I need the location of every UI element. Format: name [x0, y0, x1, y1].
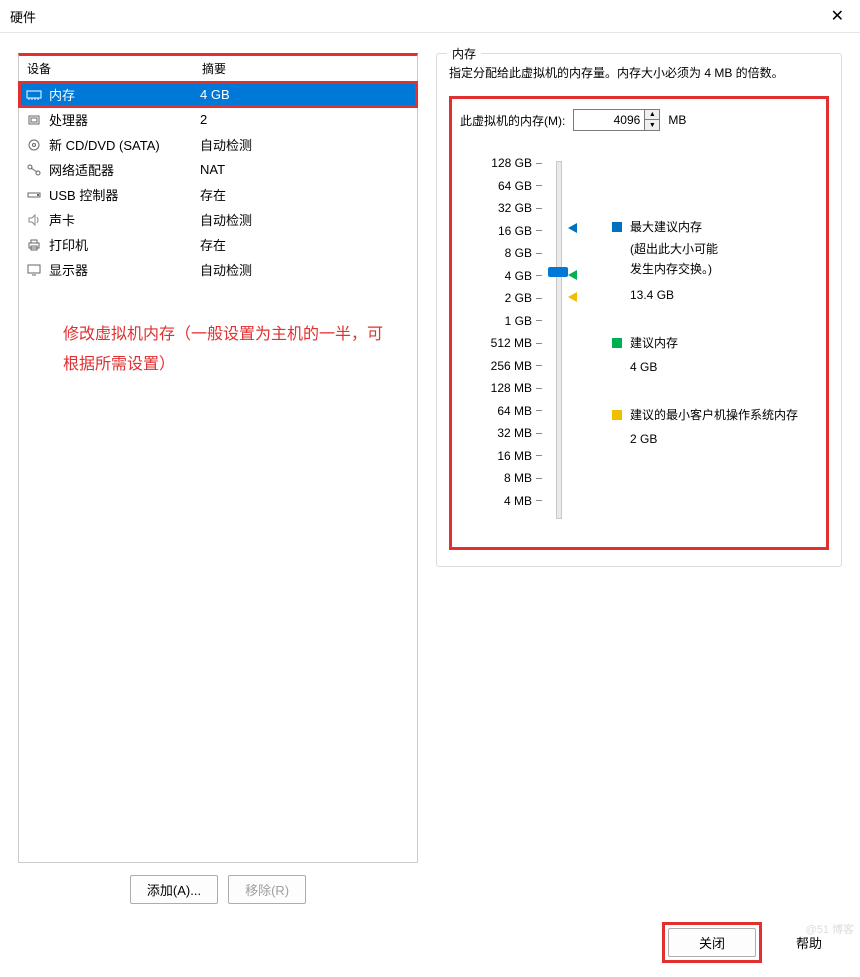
triangle-yellow-icon [568, 292, 577, 302]
disc-icon [25, 137, 43, 153]
legend-rec-value: 4 GB [630, 359, 657, 376]
close-button-highlight: 关闭 [662, 922, 762, 963]
memory-spinner[interactable]: ▲ ▼ [573, 109, 660, 131]
memory-icon [25, 87, 43, 103]
memory-settings-box: 此虚拟机的内存(M): ▲ ▼ MB 128 GB 64 GB 32 [449, 96, 829, 550]
memory-unit: MB [668, 113, 686, 127]
legend-max-note1: (超出此大小可能 [630, 241, 718, 258]
spinner-down-icon[interactable]: ▼ [645, 120, 659, 130]
legend-min-title: 建议的最小客户机操作系统内存 [630, 407, 798, 424]
square-yellow-icon [612, 410, 622, 420]
legend-rec-title: 建议内存 [630, 335, 678, 352]
square-blue-icon [612, 222, 622, 232]
device-row-usb[interactable]: USB 控制器 存在 [19, 182, 417, 207]
memory-input[interactable] [574, 110, 644, 130]
col-device: 设备 [27, 60, 202, 77]
add-button[interactable]: 添加(A)... [130, 875, 218, 904]
device-row-cddvd[interactable]: 新 CD/DVD (SATA) 自动检测 [19, 132, 417, 157]
network-icon [25, 162, 43, 178]
sound-icon [25, 212, 43, 228]
device-row-display[interactable]: 显示器 自动检测 [19, 257, 417, 282]
triangle-green-icon [568, 270, 577, 280]
legend-max-note2: 发生内存交换。) [630, 261, 712, 278]
usb-icon [25, 187, 43, 203]
device-row-cpu[interactable]: 处理器 2 [19, 107, 417, 132]
memory-scale: 128 GB 64 GB 32 GB 16 GB 8 GB 4 GB 2 GB … [460, 155, 818, 525]
device-row-memory[interactable]: 内存 4 GB [19, 82, 417, 107]
memory-group: 内存 指定分配给此虚拟机的内存量。内存大小必须为 4 MB 的倍数。 此虚拟机的… [436, 53, 842, 567]
close-icon[interactable]: ✕ [825, 6, 850, 26]
cpu-icon [25, 112, 43, 128]
group-title: 内存 [447, 45, 481, 62]
square-green-icon [612, 338, 622, 348]
triangle-blue-icon [568, 223, 577, 233]
dialog-title: 硬件 [10, 7, 36, 26]
display-icon [25, 262, 43, 278]
annotation-text: 修改虚拟机内存（一般设置为主机的一半，可根据所需设置） [19, 282, 417, 381]
legend-min-value: 2 GB [630, 431, 657, 448]
legend-max-title: 最大建议内存 [630, 219, 702, 236]
spinner-up-icon[interactable]: ▲ [645, 110, 659, 120]
table-header: 设备 摘要 [19, 56, 417, 82]
printer-icon [25, 237, 43, 253]
device-table: 设备 摘要 内存 4 GB 处理器 2 新 CD/DVD (SATA) 自动检测 [18, 53, 418, 863]
close-button[interactable]: 关闭 [668, 928, 756, 957]
col-summary: 摘要 [202, 60, 409, 77]
device-row-sound[interactable]: 声卡 自动检测 [19, 207, 417, 232]
memory-slider-track[interactable] [556, 161, 562, 519]
device-row-network[interactable]: 网络适配器 NAT [19, 157, 417, 182]
remove-button: 移除(R) [228, 875, 306, 904]
memory-label: 此虚拟机的内存(M): [460, 112, 565, 129]
watermark: @51 博客 [806, 921, 854, 937]
memory-slider-thumb[interactable] [548, 267, 568, 277]
legend-max-value: 13.4 GB [630, 287, 674, 304]
device-row-printer[interactable]: 打印机 存在 [19, 232, 417, 257]
scale-labels: 128 GB 64 GB 32 GB 16 GB 8 GB 4 GB 2 GB … [460, 155, 532, 525]
memory-desc: 指定分配给此虚拟机的内存量。内存大小必须为 4 MB 的倍数。 [449, 64, 829, 82]
